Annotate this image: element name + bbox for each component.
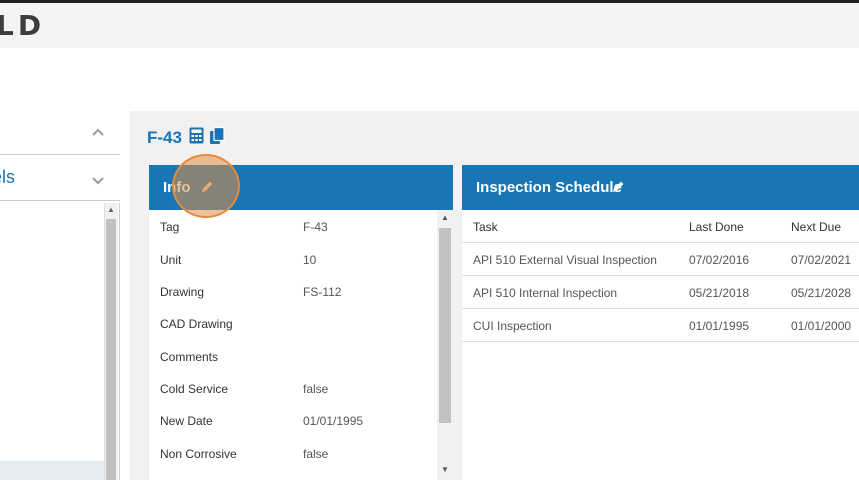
info-value: false: [303, 447, 329, 461]
info-key: Tag: [160, 220, 180, 234]
last-done-cell: 07/02/2016: [689, 253, 750, 267]
task-cell: API 510 Internal Inspection: [473, 286, 618, 300]
schedule-panel-header: Inspection Schedule: [462, 165, 859, 210]
next-due-cell: 01/01/2000: [791, 319, 852, 333]
chevron-up-icon[interactable]: [92, 124, 104, 139]
left-sidebar: els ▲: [0, 111, 120, 480]
info-key: Comments: [160, 350, 219, 364]
info-value: FS-112: [303, 285, 342, 299]
info-value: 10: [303, 253, 317, 267]
info-row: Non Corrosive false: [149, 437, 436, 469]
last-done-cell: 01/01/1995: [689, 319, 750, 333]
info-row: CAD Drawing: [149, 307, 436, 339]
sidebar-gap: [120, 111, 130, 480]
info-row: New Date 01/01/1995: [149, 404, 436, 436]
column-header-task[interactable]: Task: [473, 220, 498, 234]
scroll-down-arrow-icon[interactable]: ▼: [441, 465, 449, 474]
table-row[interactable]: API 510 Internal Inspection 05/21/2018 0…: [462, 276, 859, 309]
app-header: LD: [0, 3, 859, 48]
info-key: Unit: [160, 253, 182, 267]
column-header-next-due[interactable]: Next Due: [791, 220, 841, 234]
copy-icon[interactable]: [209, 126, 225, 145]
task-cell: CUI Inspection: [473, 319, 552, 333]
table-header-row: Task Last Done Next Due: [462, 210, 859, 243]
sidebar-scrollbar-thumb[interactable]: [106, 219, 116, 480]
info-row: Tag F-43: [149, 210, 436, 242]
info-row: Cold Service false: [149, 372, 436, 404]
asset-title: F-43: [147, 128, 182, 147]
schedule-panel-title: Inspection Schedule: [476, 179, 622, 196]
sidebar-section-models[interactable]: els: [0, 155, 120, 201]
sidebar-section-label: els: [0, 167, 16, 187]
info-row: Drawing FS-112: [149, 275, 436, 307]
scroll-up-arrow-icon[interactable]: ▲: [107, 205, 115, 214]
next-due-cell: 07/02/2021: [791, 253, 852, 267]
task-cell: API 510 External Visual Inspection: [473, 253, 657, 267]
info-panel-header: Info: [149, 165, 453, 210]
app-logo: LD: [0, 9, 46, 42]
info-scrollbar-thumb[interactable]: [439, 228, 451, 423]
chevron-down-icon[interactable]: [92, 173, 104, 188]
info-panel-title: Info: [163, 179, 191, 196]
column-header-last-done[interactable]: Last Done: [689, 220, 744, 234]
next-due-cell: 05/21/2028: [791, 286, 852, 300]
info-value: 01/01/1995: [303, 414, 364, 428]
table-row[interactable]: CUI Inspection 01/01/1995 01/01/2000: [462, 309, 859, 342]
info-key: CAD Drawing: [160, 317, 233, 331]
info-row: Comments: [149, 340, 436, 372]
calculator-icon[interactable]: [189, 127, 205, 145]
info-value: F-43: [303, 220, 328, 234]
info-key: Non Corrosive: [160, 447, 237, 461]
info-key: New Date: [160, 414, 213, 428]
pencil-icon[interactable]: [201, 180, 215, 194]
sidebar-section-collapsed[interactable]: [0, 111, 120, 155]
sidebar-selected-item[interactable]: [0, 461, 104, 480]
last-done-cell: 05/21/2018: [689, 286, 750, 300]
info-row: Unit 10: [149, 243, 436, 275]
info-key: Drawing: [160, 285, 205, 299]
info-key: Cold Service: [160, 382, 229, 396]
info-value: false: [303, 382, 329, 396]
table-row[interactable]: API 510 External Visual Inspection 07/02…: [462, 243, 859, 276]
scroll-up-arrow-icon[interactable]: ▲: [441, 213, 449, 222]
pencil-icon[interactable]: [612, 180, 626, 194]
